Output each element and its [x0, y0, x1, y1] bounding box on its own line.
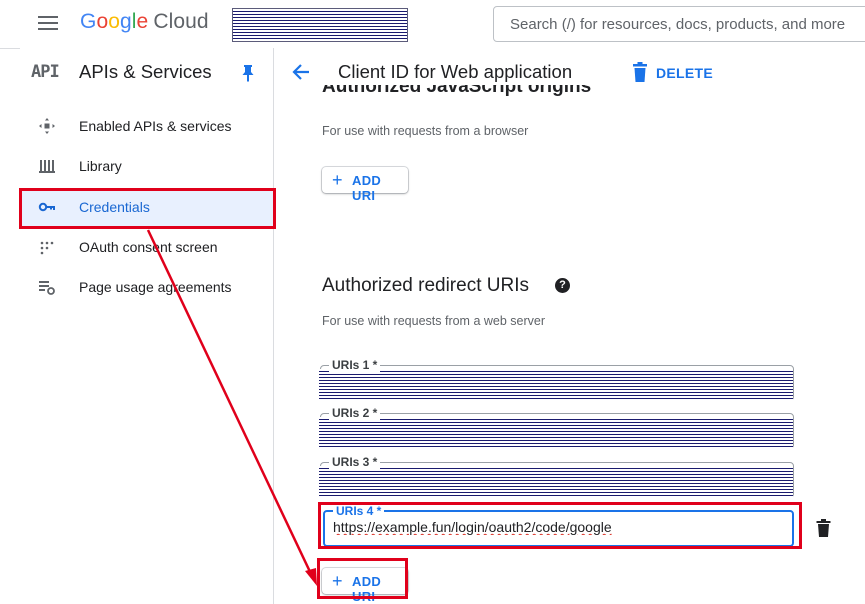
annotation-arrow-head	[305, 568, 317, 586]
delete-button-label: DELETE	[656, 65, 714, 81]
logo-google-text: Google	[80, 10, 149, 33]
apis-icon	[39, 118, 55, 134]
redacted-value	[319, 417, 793, 449]
redirect-uris-title: Authorized redirect URIs	[322, 275, 529, 296]
sidebar-item-label: Library	[79, 158, 122, 174]
js-origins-hint: For use with requests from a browser	[322, 124, 529, 138]
oauth-icon	[40, 241, 54, 255]
search-placeholder: Search (/) for resources, docs, products…	[510, 16, 846, 33]
sidebar-item-library[interactable]: Library	[20, 147, 273, 185]
menu-icon[interactable]	[38, 14, 60, 32]
sidebar-item-label: Page usage agreements	[79, 279, 232, 295]
redirect-uri-field-3[interactable]: URIs 3 *	[319, 455, 794, 498]
field-label: URIs 1 *	[329, 358, 381, 372]
sidebar-item-enabled-apis[interactable]: Enabled APIs & services	[20, 107, 273, 145]
annotation-box-add-uri	[317, 558, 408, 599]
library-icon	[39, 160, 55, 173]
search-input[interactable]: Search (/) for resources, docs, products…	[493, 6, 865, 42]
project-selector-redacted[interactable]	[232, 8, 408, 42]
page-title: Client ID for Web application	[338, 61, 573, 82]
sidebar-item-label: OAuth consent screen	[79, 239, 218, 255]
delete-uri-icon[interactable]	[816, 519, 831, 537]
redirect-uri-field-1[interactable]: URIs 1 *	[319, 358, 794, 401]
sidebar-item-page-usage[interactable]: Page usage agreements	[20, 268, 273, 306]
field-label: URIs 2 *	[329, 406, 381, 420]
plus-icon: +	[332, 170, 343, 190]
redacted-value	[319, 466, 793, 498]
sidebar-item-oauth-consent[interactable]: OAuth consent screen	[20, 228, 273, 266]
pin-icon[interactable]	[241, 64, 255, 82]
api-badge-icon: API	[31, 62, 60, 82]
logo-cloud-text: Cloud	[153, 10, 209, 33]
help-icon[interactable]: ?	[555, 278, 570, 293]
redirect-uri-field-2[interactable]: URIs 2 *	[319, 406, 794, 449]
sidebar-item-label: Enabled APIs & services	[79, 118, 232, 134]
annotation-box-credentials	[19, 188, 276, 229]
trash-icon	[633, 62, 647, 82]
back-arrow-icon[interactable]	[291, 62, 311, 82]
google-cloud-logo[interactable]: Google Cloud	[80, 10, 209, 34]
js-origins-title: Authorized JavaScript origins	[322, 85, 591, 98]
sidebar-title: APIs & Services	[79, 61, 212, 82]
agreements-icon	[39, 281, 55, 295]
field-label: URIs 3 *	[329, 455, 381, 469]
redirect-uris-hint: For use with requests from a web server	[322, 314, 545, 328]
add-uri-label: ADD URI	[352, 173, 382, 203]
js-origins-title-text: Authorized JavaScript origins	[322, 85, 592, 97]
annotation-box-uri-4	[318, 502, 802, 549]
add-js-origin-button[interactable]: + ADD URI	[322, 167, 408, 203]
redacted-value	[319, 369, 793, 401]
